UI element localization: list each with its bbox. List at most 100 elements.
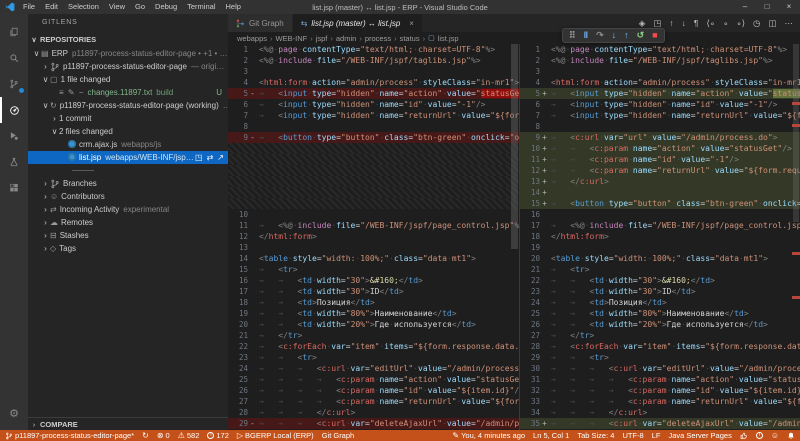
tab-list-jsp-master-list-jsp[interactable]: ⇆list.jsp (master) ↔ list.jsp× — [293, 14, 423, 32]
tree-row-incoming-activity[interactable]: ›⇄Incoming Activityexperimental — [28, 203, 228, 216]
code-line-right-29[interactable]: 29→ → <tr> — [520, 352, 800, 363]
breadcrumb-file[interactable]: list.jsp — [438, 34, 459, 43]
breadcrumb-web-inf[interactable]: WEB-INF — [276, 34, 308, 43]
right-scrollbar[interactable] — [793, 44, 799, 222]
code-line-left-7[interactable]: 7→ <input·type="hidden"·name="returnUrl"… — [228, 110, 519, 121]
code-line-right-7[interactable]: 7→ <input·type="hidden"·name="returnUrl"… — [520, 110, 800, 121]
code-line-left-21[interactable]: 21→ </tr> — [228, 330, 519, 341]
tree-row-remotes[interactable]: ›☁Remotes — [28, 216, 228, 229]
toggle-whitespace-icon[interactable]: ¶ — [694, 14, 699, 32]
code-line-right-21[interactable]: 21→ <tr> — [520, 264, 800, 275]
code-line-left-27[interactable]: 27→ → → → <c:param·name="returnUrl"·valu… — [228, 396, 519, 407]
code-line-right-5[interactable]: 5+→ <input·type="hidden"·name="action"·v… — [520, 88, 800, 99]
code-line-left-20[interactable]: 20→ → <td·width="20%">Где·используется</… — [228, 319, 519, 330]
code-line-right-4[interactable]: 4<html:form·action="admin/process"·style… — [520, 77, 800, 88]
code-line-right-25[interactable]: 25→ → <td·width="80%">Наименование</td> — [520, 308, 800, 319]
code-line-right-20[interactable]: 20<table·style="width:·100%;"·class="dat… — [520, 253, 800, 264]
code-line-right-18[interactable]: 18</html:form> — [520, 231, 800, 242]
code-line-right-26[interactable]: 26→ → <td·width="20%">Где·используется</… — [520, 319, 800, 330]
status-0[interactable]: ⊗0 — [157, 431, 170, 440]
code-line-right-27[interactable]: 27→ </tr> — [520, 330, 800, 341]
code-line-right-11[interactable]: 11+→ → <c:param·name="id"·value="-1"/> — [520, 154, 800, 165]
menu-edit[interactable]: Edit — [40, 0, 63, 14]
open-file-icon[interactable]: ↗ — [217, 153, 224, 162]
code-line-right-16[interactable]: 16 — [520, 209, 800, 220]
code-line-left-8[interactable]: 8 — [228, 121, 519, 132]
tree-row-stashes[interactable]: ›⊟Stashes — [28, 229, 228, 242]
code-line-right-30[interactable]: 30→ → → <c:url·var="editUrl"·value="/adm… — [520, 363, 800, 374]
code-line-right-9[interactable]: 9+→ <c:url·var="url"·value="/admin/proce… — [520, 132, 800, 143]
activitybar-search[interactable] — [0, 45, 28, 71]
code-line-right-24[interactable]: 24→ → <td>Позиция</td> — [520, 297, 800, 308]
code-line-right-34[interactable]: 34→ → → </c:url> — [520, 407, 800, 418]
debug-step-over-icon[interactable]: ↷ — [596, 30, 604, 41]
status-java-server-pages[interactable]: Java Server Pages — [668, 431, 731, 440]
status-like-icon[interactable] — [740, 432, 748, 440]
activitybar-source-control[interactable] — [0, 71, 28, 97]
tree-row-list-jsp[interactable]: list.jspwebapps/WEB-INF/jspf/admin/pr…◳⇄… — [28, 151, 228, 164]
section-compare[interactable]: › COMPARE — [28, 417, 228, 430]
minimize-button[interactable]: – — [734, 0, 756, 14]
overview-ruler[interactable] — [792, 44, 800, 430]
tree-row-erp[interactable]: ∨▤ERPp11897-process-status-editor-page •… — [28, 47, 228, 60]
code-line-right-31[interactable]: 31→ → → → <c:param·name="action"·value="… — [520, 374, 800, 385]
code-line-left-3[interactable]: 3 — [228, 66, 519, 77]
breadcrumb-process[interactable]: process — [365, 34, 391, 43]
menu-help[interactable]: Help — [220, 0, 245, 14]
maximize-button[interactable]: □ — [756, 0, 778, 14]
menu-selection[interactable]: Selection — [63, 0, 104, 14]
split-editor-icon[interactable]: ◫ — [768, 14, 776, 32]
breadcrumb-admin[interactable]: admin — [336, 34, 356, 43]
code-line-right-17[interactable]: 17→ <%@·include·file="/WEB-INF/jspf/page… — [520, 220, 800, 231]
activitybar-extensions[interactable] — [0, 175, 28, 201]
code-line-left-16[interactable]: 16→ → <td·width="30">&#160;</td> — [228, 275, 519, 286]
code-line-right-3[interactable]: 3 — [520, 66, 800, 77]
tree-row-changes-11897-txt[interactable]: ≡ ✎ −changes.11897.txtbuildU — [28, 86, 228, 99]
code-line-right-10[interactable]: 10+→ → <c:param·name="action"·value="sta… — [520, 143, 800, 154]
code-line-right-28[interactable]: 28→ <c:forEach·var="item"·items="${form.… — [520, 341, 800, 352]
debug-pause-icon[interactable]: ‖ — [584, 30, 588, 41]
activitybar-gitlens[interactable] — [0, 97, 28, 123]
code-line-left-25[interactable]: 25→ → → → <c:param·name="action"·value="… — [228, 374, 519, 385]
menu-debug[interactable]: Debug — [150, 0, 182, 14]
code-line-left-10[interactable]: 10 — [228, 209, 519, 220]
tree-row-p11897-process-status-editor-page-workin[interactable]: ∨↻p11897-process-status-editor-page (wor… — [28, 99, 228, 112]
breadcrumb-status[interactable]: status — [400, 34, 420, 43]
code-line-left-18[interactable]: 18→ → <td>Позиция</td> — [228, 297, 519, 308]
code-line-right-1[interactable]: 1<%@·page·contentType="text/html;·charse… — [520, 44, 800, 55]
code-line-right-12[interactable]: 12+→ → <c:param·name="returnUrl"·value="… — [520, 165, 800, 176]
code-line-right-13[interactable]: 13+→ </c:url> — [520, 176, 800, 187]
code-line-left-14[interactable]: 14<table·style="width:·100%;"·class="dat… — [228, 253, 519, 264]
code-line-left-23[interactable]: 23→ → <tr> — [228, 352, 519, 363]
close-button[interactable]: × — [778, 0, 800, 14]
inline-view-b-icon[interactable]: ∘ — [723, 14, 728, 32]
next-change-icon[interactable]: ↓ — [682, 14, 686, 32]
menu-go[interactable]: Go — [130, 0, 150, 14]
code-line-right-33[interactable]: 33→ → → → <c:param·name="returnUrl"·valu… — [520, 396, 800, 407]
menu-terminal[interactable]: Terminal — [182, 0, 220, 14]
status-smiley-icon[interactable]: ☺ — [771, 431, 779, 440]
status-git-graph[interactable]: Git Graph — [322, 431, 355, 440]
tree-row-tags[interactable]: ›◇Tags — [28, 242, 228, 255]
timeline-icon[interactable]: ◷ — [753, 14, 760, 32]
tree-row-contributors[interactable]: ›☺Contributors — [28, 190, 228, 203]
code-line-right-6[interactable]: 6→ <input·type="hidden"·name="id"·value=… — [520, 99, 800, 110]
code-line-right-32[interactable]: 32→ → → → <c:param·name="id"·value="${it… — [520, 385, 800, 396]
code-line-left-15[interactable]: 15→ <tr> — [228, 264, 519, 275]
code-line-left-11[interactable]: 11→ <%@·include·file="/WEB-INF/jspf/page… — [228, 220, 519, 231]
status-you-4-minutes-ago[interactable]: ✎You, 4 minutes ago — [452, 431, 525, 440]
status-utf-8[interactable]: UTF-8 — [622, 431, 643, 440]
tree-row-2-files-changed[interactable]: ∨2 files changed — [28, 125, 228, 138]
code-line-left-26[interactable]: 26→ → → → <c:param·name="id"·value="${it… — [228, 385, 519, 396]
code-line-left-1[interactable]: 1<%@·page·contentType="text/html;·charse… — [228, 44, 519, 55]
code-line-right-2[interactable]: 2<%@·include·file="/WEB-INF/jspf/taglibs… — [520, 55, 800, 66]
code-line-right-14[interactable]: 14+ — [520, 187, 800, 198]
breadcrumb-jspf[interactable]: jspf — [316, 34, 328, 43]
code-line-left-4[interactable]: 4<html:form·action="admin/process"·style… — [228, 77, 519, 88]
open-changes-icon[interactable]: ◳ — [195, 153, 203, 162]
status-tab-size-4[interactable]: Tab Size: 4 — [577, 431, 614, 440]
code-line-left-19[interactable]: 19→ → <td·width="80%">Наименование</td> — [228, 308, 519, 319]
code-line-right-8[interactable]: 8 — [520, 121, 800, 132]
code-line-left-17[interactable]: 17→ → <td·width="30">ID</td> — [228, 286, 519, 297]
status-172[interactable]: i172 — [207, 431, 229, 440]
